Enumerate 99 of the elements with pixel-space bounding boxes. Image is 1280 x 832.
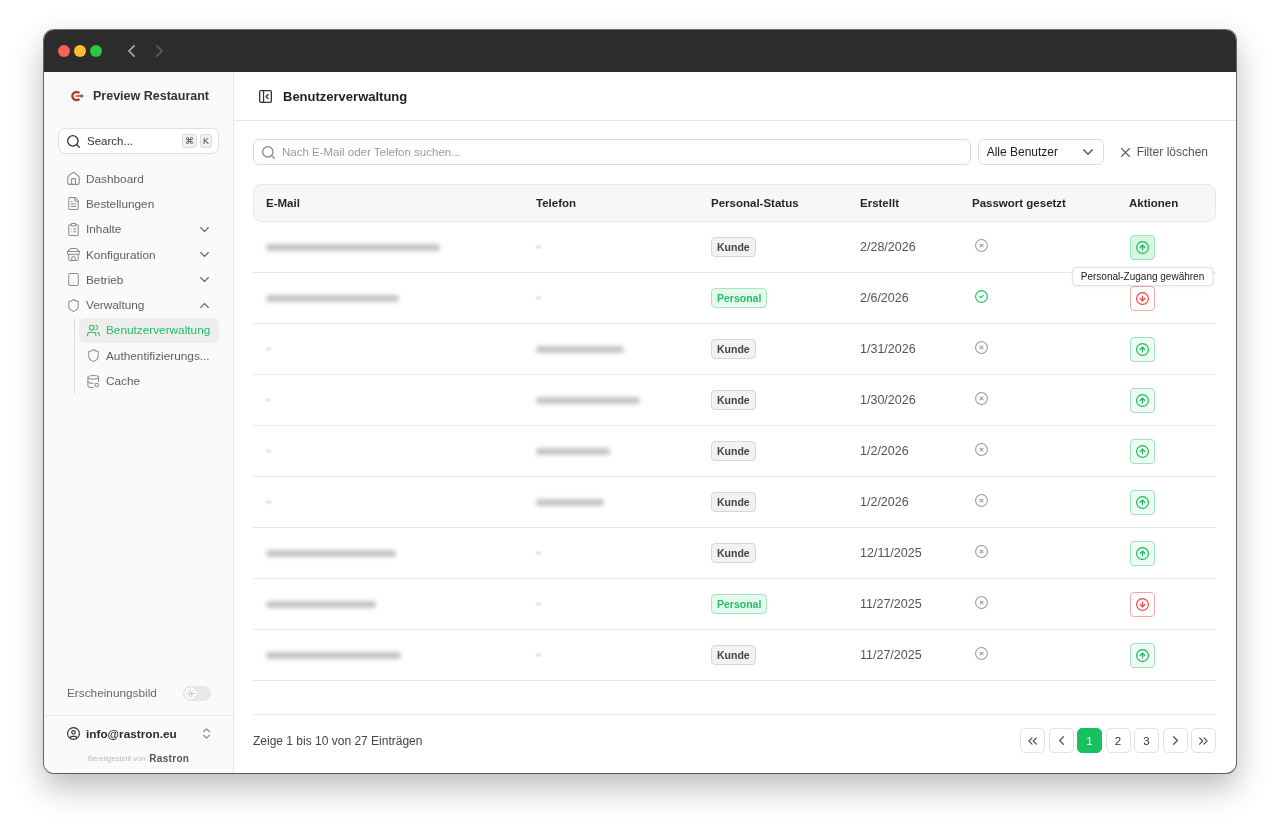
nav-item[interactable]: Verwaltung [58, 292, 219, 318]
status-tag: Kunde [711, 543, 756, 563]
arrow-up-circle-icon [1136, 240, 1149, 254]
chevron-down-icon[interactable] [200, 277, 209, 283]
created-date: 2/28/2026 [860, 240, 916, 254]
logo-icon [70, 90, 84, 102]
revoke-access-button[interactable] [1130, 285, 1155, 311]
status-tag: Kunde [711, 492, 756, 512]
nav-item[interactable]: Betrieb [58, 267, 219, 293]
status-tag: Kunde [711, 390, 756, 410]
sidebar-toggle-icon[interactable] [259, 89, 272, 103]
user-circle-icon [67, 727, 80, 740]
page-button[interactable]: 2 [1105, 728, 1131, 753]
nav-item[interactable]: Inhalte [58, 216, 219, 242]
created-date: 11/27/2025 [860, 597, 922, 611]
status-tag: Kunde [711, 441, 756, 461]
close-window-button[interactable] [58, 45, 70, 57]
status-tag: Kunde [711, 339, 756, 359]
account-menu[interactable]: info@rastron.eu [44, 715, 233, 751]
arrow-down-circle-icon [1136, 291, 1149, 305]
search-field[interactable]: Nach E-Mail oder Telefon suchen... [253, 139, 971, 165]
clipboard-icon [67, 222, 80, 236]
arrow-up-circle-icon [1136, 342, 1149, 356]
close-icon [1120, 147, 1130, 157]
zoom-window-button[interactable] [90, 45, 102, 57]
nav-item[interactable]: Dashboard [58, 166, 219, 192]
grant-access-button[interactable] [1130, 642, 1155, 668]
brand-name: Preview Restaurant [93, 89, 210, 103]
users-icon [87, 323, 100, 337]
created-date: 1/30/2026 [860, 393, 916, 407]
column-header: Aktionen [1128, 197, 1180, 209]
grant-access-button[interactable] [1130, 540, 1155, 566]
grant-access-button[interactable] [1130, 438, 1155, 464]
grant-access-button[interactable] [1130, 489, 1155, 515]
created-date: 1/31/2026 [860, 342, 916, 356]
nav-subitem[interactable]: Cache [79, 368, 219, 394]
status-tag: Kunde [711, 645, 756, 665]
pagination-summary: Zeige 1 bis 10 von 27 Einträgen [253, 733, 423, 748]
appearance-label: Erscheinungsbild [67, 686, 157, 700]
arrow-up-circle-icon [1136, 393, 1149, 407]
next-page-button[interactable] [1162, 728, 1188, 753]
created-date: 1/2/2026 [860, 495, 909, 509]
grant-access-button[interactable] [1130, 336, 1155, 362]
grant-access-button[interactable] [1130, 387, 1155, 413]
double-chevron-left-icon [1028, 736, 1037, 745]
theme-toggle[interactable] [183, 685, 211, 701]
arrow-up-circle-icon [1136, 444, 1149, 458]
chevron-left-icon [1058, 736, 1064, 745]
status-tag: Personal [711, 288, 768, 308]
blurred-text [536, 498, 604, 506]
column-header: E-Mail [265, 197, 301, 209]
column-header: Erstellt [859, 197, 900, 209]
clear-filter-button[interactable]: Filter löschen [1112, 139, 1216, 165]
created-date: 1/2/2026 [860, 444, 909, 458]
search-icon [67, 134, 80, 148]
created-date: 11/27/2025 [860, 648, 922, 662]
shield-icon [67, 298, 80, 312]
arrow-up-circle-icon [1136, 648, 1149, 662]
grant-access-button[interactable] [1130, 234, 1155, 260]
user-filter-select[interactable]: Alle Benutzer [977, 139, 1104, 165]
status-tag: Personal [711, 594, 768, 614]
last-page-button[interactable] [1191, 728, 1216, 753]
minimize-window-button[interactable] [74, 45, 86, 57]
chevron-up-icon[interactable] [200, 302, 209, 308]
document-icon [67, 197, 80, 211]
page-button[interactable]: 3 [1134, 728, 1159, 753]
previous-page-button[interactable] [1048, 728, 1074, 753]
nav-item[interactable]: Konfiguration [58, 241, 219, 268]
created-date: 2/6/2026 [860, 291, 909, 305]
nav-subitem[interactable]: Authentifizierungs... [79, 343, 219, 369]
first-page-button[interactable] [1020, 728, 1045, 753]
column-header: Telefon [535, 197, 578, 209]
chevron-down-icon [1082, 149, 1093, 155]
double-chevron-right-icon [1199, 736, 1208, 745]
forward-icon[interactable] [156, 45, 163, 57]
tooltip: Personal-Zugang gewähren [1071, 266, 1214, 286]
tablet-icon [67, 273, 80, 287]
created-date: 12/11/2025 [860, 546, 922, 560]
home-icon [67, 172, 80, 186]
chevrons-up-down-icon [203, 728, 210, 739]
back-icon[interactable] [128, 45, 135, 57]
credit-wordmark[interactable]: Rastron [149, 752, 190, 764]
arrow-up-circle-icon [1136, 495, 1149, 509]
chevron-down-icon[interactable] [200, 252, 209, 258]
search-icon [262, 145, 275, 159]
shield-icon [87, 349, 100, 363]
sun-icon [186, 688, 195, 698]
chevron-down-icon[interactable] [200, 226, 209, 232]
column-header: Personal-Status [710, 197, 800, 209]
storefront-icon [67, 248, 80, 262]
arrow-down-circle-icon [1136, 597, 1149, 611]
chevron-right-icon [1172, 736, 1178, 745]
column-header: Passwort gesetzt [971, 197, 1067, 209]
revoke-access-button[interactable] [1130, 591, 1155, 617]
arrow-up-circle-icon [1136, 546, 1149, 560]
page-title: Benutzerverwaltung [283, 88, 408, 104]
nav-item[interactable]: Bestellungen [58, 191, 219, 217]
database-icon [87, 374, 100, 388]
status-tag: Kunde [711, 237, 756, 257]
